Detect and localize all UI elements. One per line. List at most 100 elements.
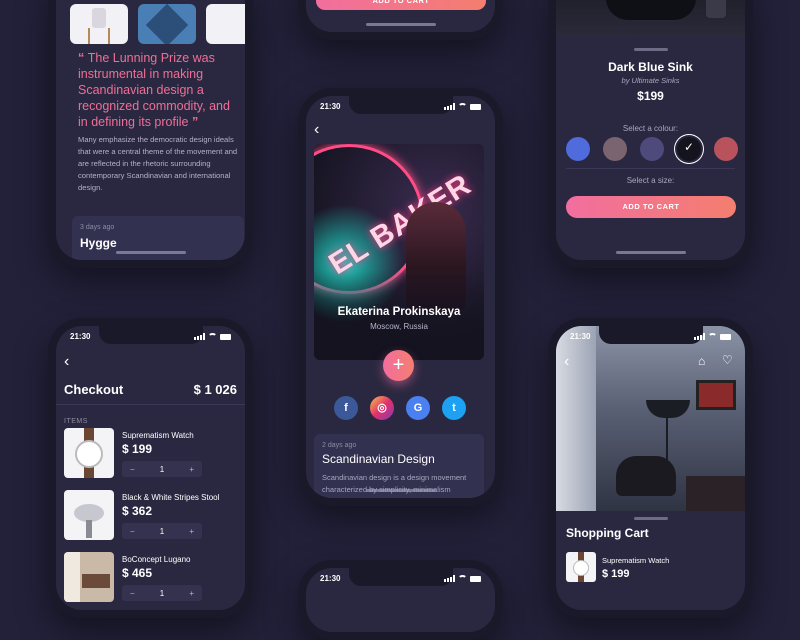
battery-icon bbox=[220, 333, 231, 340]
plus-button[interactable]: + bbox=[189, 589, 194, 598]
facebook-icon[interactable]: f bbox=[334, 396, 358, 420]
check-icon: ✓ bbox=[683, 140, 695, 154]
list-item: Black & White Stripes Stool $ 362 − 1 + bbox=[64, 490, 238, 542]
thumbnail-item[interactable] bbox=[206, 4, 245, 44]
checkout-phone: 21:30 ‹ Checkout $ 1 026 ITEMS Supremati… bbox=[48, 318, 253, 618]
product-phone: Dark Blue Sink by Ultimate Sinks $199 Se… bbox=[548, 0, 753, 268]
signal-icon bbox=[194, 333, 205, 340]
top-cart-phone: ADD TO CART bbox=[298, 0, 503, 40]
google-icon[interactable]: G bbox=[406, 396, 430, 420]
instagram-icon[interactable]: ◎ bbox=[370, 396, 394, 420]
pull-quote: “ The Lunning Prize was instrumental in … bbox=[78, 50, 238, 130]
bottom-phone: 21:30 bbox=[298, 560, 503, 640]
article-screen: “ The Lunning Prize was instrumental in … bbox=[56, 0, 245, 260]
quantity-value: 1 bbox=[159, 464, 165, 474]
pull-quote-text: The Lunning Prize was instrumental in ma… bbox=[78, 51, 230, 129]
swatch-mauve[interactable] bbox=[603, 137, 627, 161]
divider bbox=[56, 404, 245, 405]
wifi-icon bbox=[458, 103, 467, 110]
watch-thumbnail bbox=[566, 552, 596, 582]
profile-location: Moscow, Russia bbox=[370, 322, 428, 331]
product-screen: Dark Blue Sink by Ultimate Sinks $199 Se… bbox=[556, 0, 745, 260]
profile-screen: 21:30 ‹ EL BAKER Ekaterina Prokinskaya M… bbox=[306, 96, 495, 498]
signal-icon bbox=[694, 333, 705, 340]
wifi-icon bbox=[458, 575, 467, 582]
quantity-value: 1 bbox=[159, 526, 165, 536]
thumbnail-strip bbox=[70, 4, 245, 44]
product-image bbox=[556, 0, 745, 38]
open-quote-icon: “ bbox=[78, 51, 88, 65]
product-title: Dark Blue Sink bbox=[608, 60, 693, 74]
status-time: 21:30 bbox=[70, 332, 91, 341]
quantity-stepper: − 1 + bbox=[122, 585, 202, 601]
minus-button[interactable]: − bbox=[130, 465, 135, 474]
colour-swatches: ✓ bbox=[566, 137, 738, 161]
article-phone: “ The Lunning Prize was instrumental in … bbox=[48, 0, 253, 268]
cart-title: Shopping Cart bbox=[566, 526, 649, 540]
sheet-handle[interactable] bbox=[633, 517, 668, 520]
article-meta: 2 days ago bbox=[322, 442, 357, 449]
status-bar: 21:30 bbox=[70, 332, 231, 344]
home-indicator bbox=[115, 251, 186, 254]
article-title: Scandinavian Design bbox=[322, 452, 435, 466]
plus-button[interactable]: + bbox=[189, 465, 194, 474]
list-item: BoConcept Lugano $ 465 − 1 + bbox=[64, 552, 238, 604]
profile-photo: EL BAKER Ekaterina Prokinskaya Moscow, R… bbox=[314, 144, 484, 360]
item-price: $ 465 bbox=[122, 566, 153, 580]
size-label: Select a size: bbox=[626, 176, 675, 185]
cart-item-name: Suprematism Watch bbox=[602, 556, 670, 565]
home-indicator bbox=[365, 23, 436, 26]
product-brand: by Ultimate Sinks bbox=[621, 76, 680, 85]
signal-icon bbox=[444, 103, 455, 110]
swatch-blue[interactable] bbox=[566, 137, 590, 161]
colour-label: Select a colour: bbox=[622, 124, 679, 133]
swatch-purple[interactable] bbox=[640, 137, 664, 161]
sheet-handle[interactable] bbox=[633, 48, 668, 51]
status-bar: 21:30 bbox=[320, 102, 481, 114]
bottom-screen: 21:30 bbox=[306, 568, 495, 632]
product-price: $199 bbox=[637, 89, 664, 103]
minus-button[interactable]: − bbox=[130, 527, 135, 536]
divider bbox=[566, 168, 735, 169]
cart-screen: 21:30 ‹ ⌂ ♡ Shopping Cart Suprematism Wa… bbox=[556, 326, 745, 610]
thumbnail-blue[interactable] bbox=[138, 4, 196, 44]
twitter-icon[interactable]: t bbox=[442, 396, 466, 420]
wifi-icon bbox=[708, 333, 717, 340]
article-body: Many emphasize the democratic design ide… bbox=[78, 135, 238, 192]
minus-button[interactable]: − bbox=[130, 589, 135, 598]
quantity-stepper: − 1 + bbox=[122, 523, 202, 539]
cart-phone: 21:30 ‹ ⌂ ♡ Shopping Cart Suprematism Wa… bbox=[548, 318, 753, 618]
home-indicator bbox=[365, 489, 436, 492]
plus-button[interactable]: + bbox=[189, 527, 194, 536]
list-item: Suprematism Watch $ 199 − 1 + bbox=[64, 428, 238, 480]
checkout-screen: 21:30 ‹ Checkout $ 1 026 ITEMS Supremati… bbox=[56, 326, 245, 610]
add-to-cart-button[interactable]: ADD TO CART bbox=[316, 0, 486, 10]
cart-icon[interactable]: ⌂ bbox=[698, 354, 705, 368]
back-chevron-icon[interactable]: ‹ bbox=[564, 354, 569, 370]
profile-name: Ekaterina Prokinskaya bbox=[337, 306, 461, 318]
quantity-value: 1 bbox=[159, 588, 165, 598]
swatch-black-selected[interactable]: ✓ bbox=[677, 137, 701, 161]
cart-item-price: $ 199 bbox=[602, 568, 630, 580]
back-chevron-icon[interactable]: ‹ bbox=[64, 354, 69, 370]
next-article-meta: 3 days ago bbox=[80, 224, 115, 231]
home-indicator bbox=[615, 251, 686, 254]
status-bar: 21:30 bbox=[320, 574, 481, 586]
item-price: $ 362 bbox=[122, 504, 153, 518]
stool-thumbnail bbox=[64, 490, 114, 540]
battery-icon bbox=[720, 333, 731, 340]
article-excerpt: Scandinavian design is a design movement… bbox=[322, 473, 467, 494]
status-time: 21:30 bbox=[320, 102, 341, 111]
close-quote-icon: ” bbox=[188, 115, 199, 129]
back-chevron-icon[interactable]: ‹ bbox=[314, 122, 319, 138]
thumbnail-chair[interactable] bbox=[70, 4, 128, 44]
status-time: 21:30 bbox=[570, 332, 591, 341]
next-article-title: Hygge bbox=[80, 236, 117, 250]
heart-icon[interactable]: ♡ bbox=[722, 353, 733, 367]
add-fab-button[interactable]: + bbox=[383, 350, 414, 381]
lugano-thumbnail bbox=[64, 552, 114, 602]
battery-icon bbox=[470, 103, 481, 110]
profile-phone: 21:30 ‹ EL BAKER Ekaterina Prokinskaya M… bbox=[298, 88, 503, 506]
add-to-cart-button[interactable]: ADD TO CART bbox=[566, 196, 736, 218]
swatch-red[interactable] bbox=[714, 137, 738, 161]
